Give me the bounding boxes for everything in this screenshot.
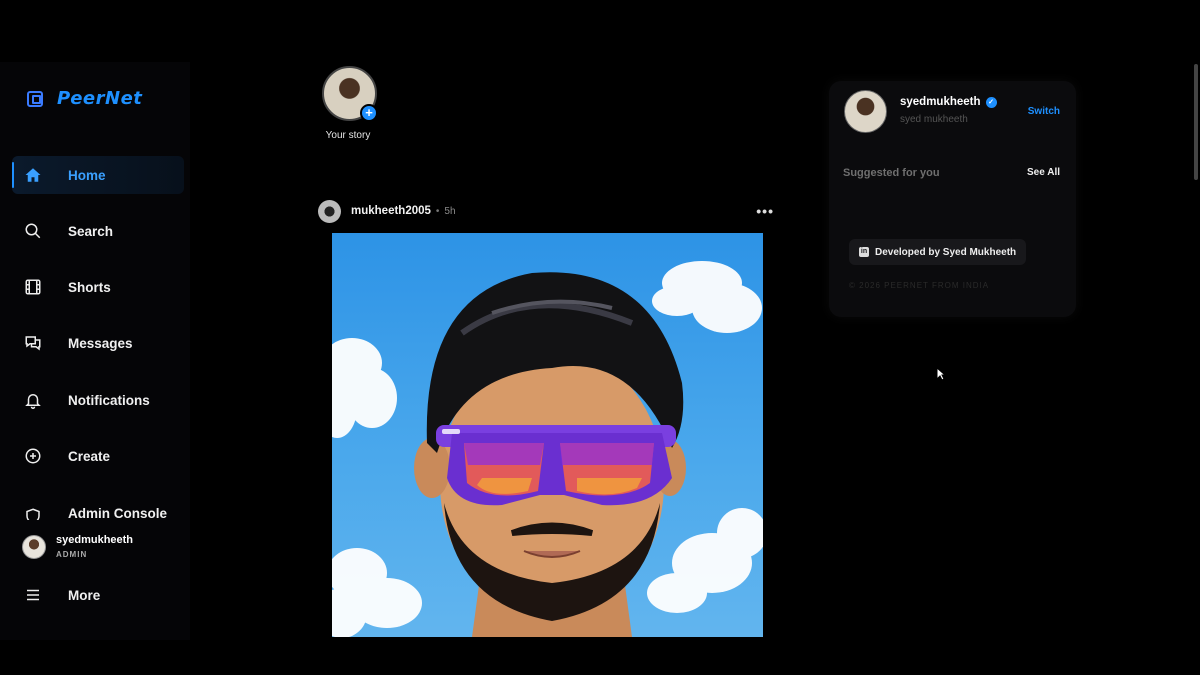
post-image[interactable] xyxy=(332,233,763,637)
separator-dot: • xyxy=(435,205,440,217)
add-story-icon[interactable]: + xyxy=(360,104,378,122)
post-timestamp: 5h xyxy=(444,205,456,217)
avatar[interactable] xyxy=(844,90,887,133)
current-user-profile[interactable]: syedmukheeth ADMIN xyxy=(22,532,190,561)
nav-search[interactable]: Search xyxy=(12,212,184,250)
post-author-avatar[interactable] xyxy=(318,199,341,223)
post-header: mukheeth2005 • 5h ••• xyxy=(318,199,778,223)
your-story[interactable]: + Your story xyxy=(322,66,380,141)
nav-admin-console-label: Admin Console xyxy=(68,506,168,520)
sidebar: PeerNet Home Search Shorts Messages Noti… xyxy=(0,62,190,640)
film-icon xyxy=(23,277,43,297)
story-label: Your story xyxy=(325,130,371,141)
messages-icon xyxy=(23,333,43,353)
plus-circle-icon xyxy=(23,446,43,466)
current-username: syedmukheeth xyxy=(56,534,134,546)
bell-icon xyxy=(23,390,43,410)
post-image-illustration xyxy=(332,261,763,637)
peernet-logo-icon xyxy=(27,90,43,107)
profile-username-text: syedmukheeth xyxy=(900,96,981,108)
nav-shorts-label: Shorts xyxy=(68,279,111,295)
nav-search-label: Search xyxy=(68,223,114,239)
see-all-link[interactable]: See All xyxy=(1027,167,1060,178)
verified-badge-icon: ✓ xyxy=(985,96,997,108)
footer-copyright: © 2026 PEERNET FROM INDIA xyxy=(849,281,990,290)
nav-messages[interactable]: Messages xyxy=(12,324,184,362)
brand-name: PeerNet xyxy=(57,88,143,109)
mouse-cursor-icon xyxy=(936,366,947,386)
shield-icon xyxy=(23,506,43,520)
avatar xyxy=(22,534,46,559)
nav-home-label: Home xyxy=(68,167,106,183)
more-options-icon[interactable]: ••• xyxy=(756,203,774,219)
nav-more[interactable]: More xyxy=(12,576,184,614)
search-icon xyxy=(23,221,43,241)
developer-credit-label: Developed by Syed Mukheeth xyxy=(875,246,1017,258)
profile-full-name: syed mukheeth xyxy=(900,114,968,125)
nav-notifications-label: Notifications xyxy=(68,392,150,408)
switch-account-button[interactable]: Switch xyxy=(1028,106,1060,117)
page-scrollbar[interactable] xyxy=(1194,64,1198,180)
brand-logo-link[interactable]: PeerNet xyxy=(27,88,142,109)
nav-admin-console[interactable]: Admin Console xyxy=(12,506,184,520)
profile-suggestions-card: syedmukheeth ✓ syed mukheeth Switch Sugg… xyxy=(829,81,1076,317)
nav-more-label: More xyxy=(68,587,101,603)
profile-username[interactable]: syedmukheeth ✓ xyxy=(900,96,997,108)
nav-shorts[interactable]: Shorts xyxy=(12,268,184,306)
nav-notifications[interactable]: Notifications xyxy=(12,381,184,419)
home-icon xyxy=(23,165,43,185)
menu-icon xyxy=(23,585,43,605)
post-author-username[interactable]: mukheeth2005 xyxy=(351,205,431,217)
nav-messages-label: Messages xyxy=(68,335,133,351)
nav-create[interactable]: Create xyxy=(12,437,184,475)
developer-credit-button[interactable]: in Developed by Syed Mukheeth xyxy=(849,239,1027,265)
nav-home[interactable]: Home xyxy=(12,156,184,194)
nav-create-label: Create xyxy=(68,448,111,464)
suggested-heading: Suggested for you xyxy=(843,167,940,179)
story-avatar: + xyxy=(322,66,378,122)
current-user-role: ADMIN xyxy=(56,550,88,559)
linkedin-icon: in xyxy=(859,247,869,257)
